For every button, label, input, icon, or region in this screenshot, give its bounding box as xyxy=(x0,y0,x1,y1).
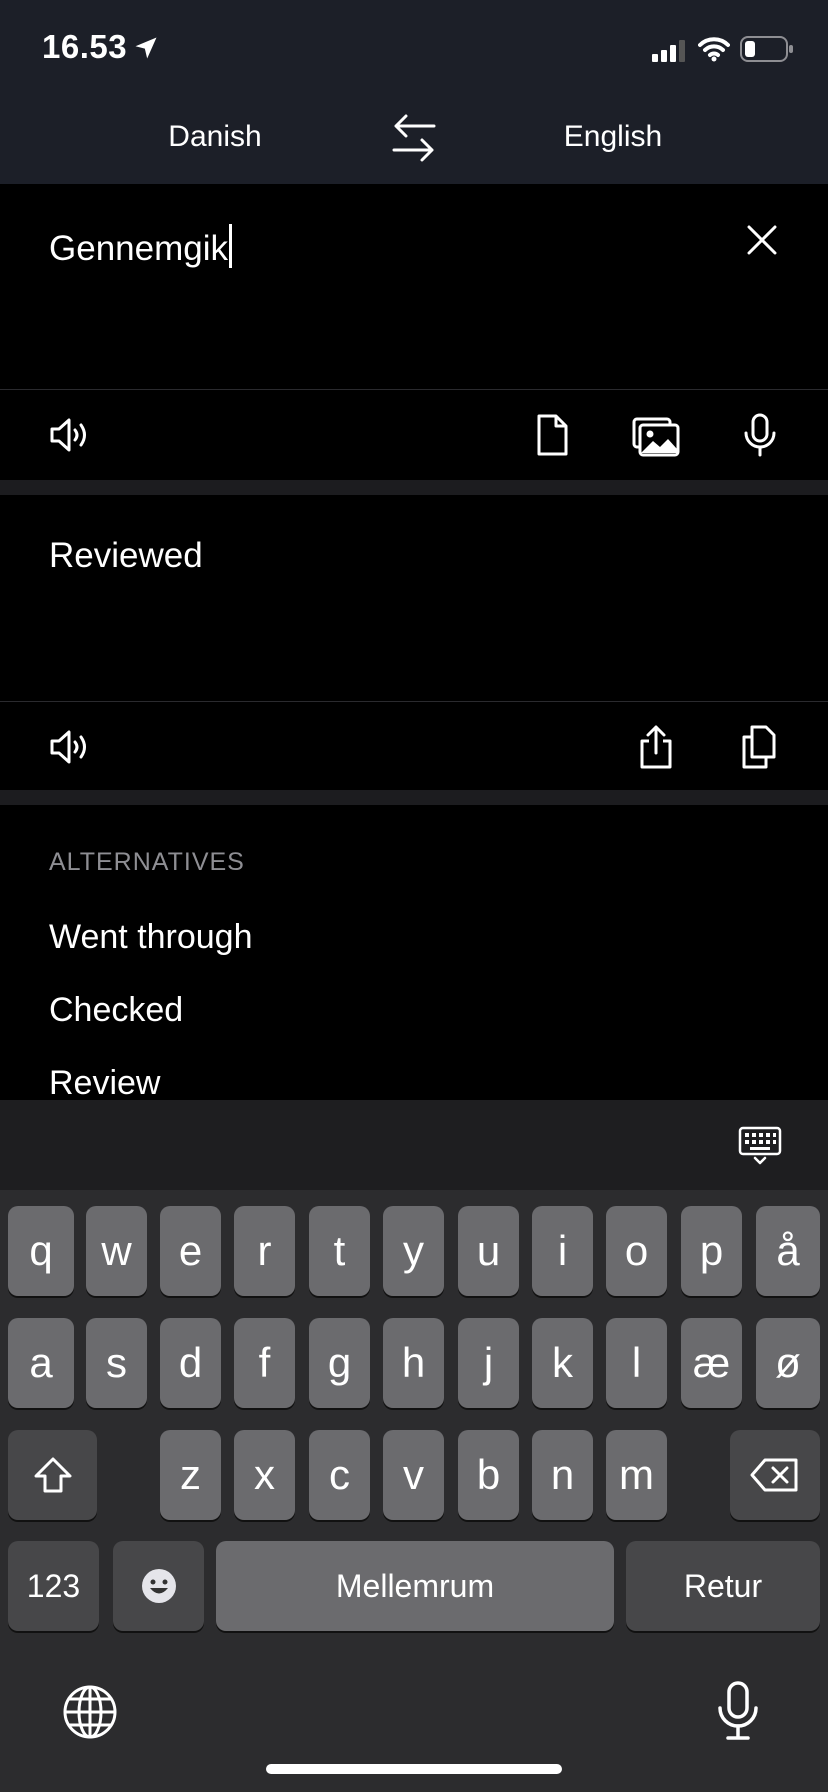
key[interactable]: p xyxy=(681,1206,742,1296)
section-separator xyxy=(0,480,828,495)
key[interactable]: g xyxy=(309,1318,370,1408)
space-key[interactable]: Mellemrum xyxy=(216,1541,614,1631)
key[interactable]: d xyxy=(160,1318,221,1408)
key[interactable]: x xyxy=(234,1430,295,1520)
numbers-key[interactable]: 123 xyxy=(8,1541,99,1631)
key[interactable]: j xyxy=(458,1318,519,1408)
share-icon[interactable] xyxy=(632,723,680,771)
key[interactable]: k xyxy=(532,1318,593,1408)
image-icon[interactable] xyxy=(632,411,680,459)
divider xyxy=(0,701,828,702)
location-arrow-icon xyxy=(132,34,160,62)
alternative-item[interactable]: Checked xyxy=(49,991,183,1030)
key[interactable]: a xyxy=(8,1318,74,1408)
key[interactable]: o xyxy=(606,1206,667,1296)
speaker-source-icon[interactable] xyxy=(46,411,94,459)
key[interactable]: z xyxy=(160,1430,221,1520)
section-separator xyxy=(0,790,828,805)
key[interactable]: q xyxy=(8,1206,74,1296)
alternatives-header: ALTERNATIVES xyxy=(49,848,245,876)
key[interactable]: w xyxy=(86,1206,147,1296)
speaker-translation-icon[interactable] xyxy=(46,723,94,771)
key[interactable]: b xyxy=(458,1430,519,1520)
key[interactable]: å xyxy=(756,1206,820,1296)
alternative-item[interactable]: Went through xyxy=(49,918,253,957)
key[interactable]: y xyxy=(383,1206,444,1296)
microphone-icon[interactable] xyxy=(736,411,784,459)
keyboard-toolbar xyxy=(0,1100,828,1190)
source-text-input[interactable]: Gennemgik xyxy=(49,224,232,269)
text-caret xyxy=(228,224,232,268)
source-text: Gennemgik xyxy=(49,229,228,268)
shift-arrow-icon xyxy=(34,1457,71,1493)
keyboard-hide-icon[interactable] xyxy=(738,1126,782,1166)
source-language-button[interactable]: Danish xyxy=(105,120,325,154)
key[interactable]: s xyxy=(86,1318,147,1408)
key[interactable]: h xyxy=(383,1318,444,1408)
backspace-key[interactable] xyxy=(730,1430,820,1520)
key[interactable]: i xyxy=(532,1206,593,1296)
home-indicator xyxy=(266,1764,562,1774)
clear-text-icon[interactable] xyxy=(746,224,778,256)
wifi-icon xyxy=(698,36,730,62)
emoji-key[interactable] xyxy=(113,1541,204,1631)
divider xyxy=(0,389,828,390)
key[interactable]: f xyxy=(234,1318,295,1408)
key[interactable]: t xyxy=(309,1206,370,1296)
key[interactable]: u xyxy=(458,1206,519,1296)
key[interactable]: æ xyxy=(681,1318,742,1408)
cellular-signal-icon xyxy=(652,40,688,62)
key[interactable]: l xyxy=(606,1318,667,1408)
backspace-icon xyxy=(750,1458,798,1492)
key[interactable]: ø xyxy=(756,1318,820,1408)
emoji-icon xyxy=(141,1569,176,1603)
battery-icon xyxy=(740,36,794,62)
alternative-item[interactable]: Review xyxy=(49,1064,160,1103)
key[interactable]: e xyxy=(160,1206,221,1296)
globe-icon[interactable] xyxy=(62,1684,118,1740)
translation-text: Reviewed xyxy=(49,536,203,575)
dictation-microphone-icon[interactable] xyxy=(714,1680,762,1742)
key[interactable]: n xyxy=(532,1430,593,1520)
shift-key[interactable] xyxy=(8,1430,97,1520)
key[interactable]: m xyxy=(606,1430,667,1520)
key[interactable]: r xyxy=(234,1206,295,1296)
swap-languages-icon[interactable] xyxy=(390,112,438,164)
copy-icon[interactable] xyxy=(736,723,784,771)
key[interactable]: c xyxy=(309,1430,370,1520)
status-time: 16.53 xyxy=(42,28,128,65)
key[interactable]: v xyxy=(383,1430,444,1520)
return-key[interactable]: Retur xyxy=(626,1541,820,1631)
target-language-button[interactable]: English xyxy=(503,120,723,154)
document-icon[interactable] xyxy=(528,411,576,459)
